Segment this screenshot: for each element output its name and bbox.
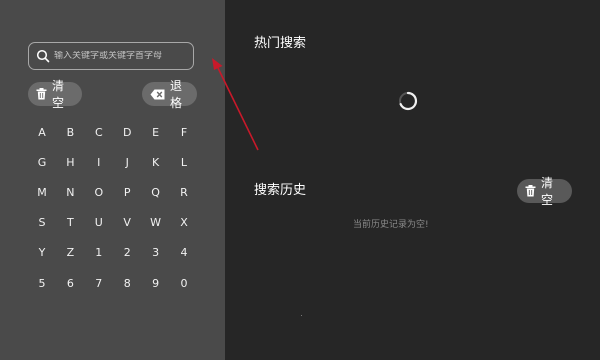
key-u[interactable]: U	[85, 209, 113, 237]
key-0[interactable]: 0	[170, 269, 198, 297]
key-9[interactable]: 9	[142, 269, 170, 297]
hot-search-title: 热门搜索	[254, 36, 307, 51]
search-icon	[36, 49, 50, 63]
key-d[interactable]: D	[113, 118, 141, 146]
loading-spinner-icon	[399, 91, 418, 111]
key-y[interactable]: Y	[28, 239, 56, 267]
key-p[interactable]: P	[113, 178, 141, 206]
key-f[interactable]: F	[170, 118, 198, 146]
key-t[interactable]: T	[56, 209, 84, 237]
backspace-button[interactable]: 退格	[142, 79, 197, 110]
key-o[interactable]: O	[85, 178, 113, 206]
key-g[interactable]: G	[28, 148, 56, 176]
key-e[interactable]: E	[142, 118, 170, 146]
clear-history-label: 清空	[541, 176, 554, 207]
clear-input-button[interactable]: 清空	[28, 79, 82, 110]
key-r[interactable]: R	[170, 178, 198, 206]
key-b[interactable]: B	[56, 118, 84, 146]
key-s[interactable]: S	[28, 209, 56, 237]
search-history-title: 搜索历史	[254, 183, 307, 198]
key-8[interactable]: 8	[113, 269, 141, 297]
trash-icon	[36, 88, 47, 100]
search-input[interactable]	[54, 51, 193, 61]
key-q[interactable]: Q	[142, 178, 170, 206]
clear-history-button[interactable]: 清空	[517, 176, 572, 207]
key-z[interactable]: Z	[56, 239, 84, 267]
key-h[interactable]: H	[56, 148, 84, 176]
key-4[interactable]: 4	[170, 239, 198, 267]
key-2[interactable]: 2	[113, 239, 141, 267]
key-j[interactable]: J	[113, 148, 141, 176]
history-empty-message: 当前历史记录为空!	[353, 220, 429, 230]
key-5[interactable]: 5	[28, 269, 56, 297]
key-n[interactable]: N	[56, 178, 84, 206]
key-m[interactable]: M	[28, 178, 56, 206]
key-6[interactable]: 6	[56, 269, 84, 297]
search-field[interactable]	[28, 42, 194, 70]
backspace-label: 退格	[170, 79, 183, 110]
key-x[interactable]: X	[170, 209, 198, 237]
keyboard-panel: 清空 退格 ABCDEF GHIJKL MNOPQR STUVWX YZ1234 5678…	[0, 0, 225, 360]
key-1[interactable]: 1	[85, 239, 113, 267]
key-a[interactable]: A	[28, 118, 56, 146]
key-l[interactable]: L	[170, 148, 198, 176]
backspace-icon	[150, 89, 165, 100]
trash-icon	[525, 185, 536, 197]
key-c[interactable]: C	[85, 118, 113, 146]
clear-input-label: 清空	[52, 79, 65, 110]
key-v[interactable]: V	[113, 209, 141, 237]
key-k[interactable]: K	[142, 148, 170, 176]
key-w[interactable]: W	[142, 209, 170, 237]
stray-dot	[301, 315, 302, 316]
key-3[interactable]: 3	[142, 239, 170, 267]
key-i[interactable]: I	[85, 148, 113, 176]
key-7[interactable]: 7	[85, 269, 113, 297]
